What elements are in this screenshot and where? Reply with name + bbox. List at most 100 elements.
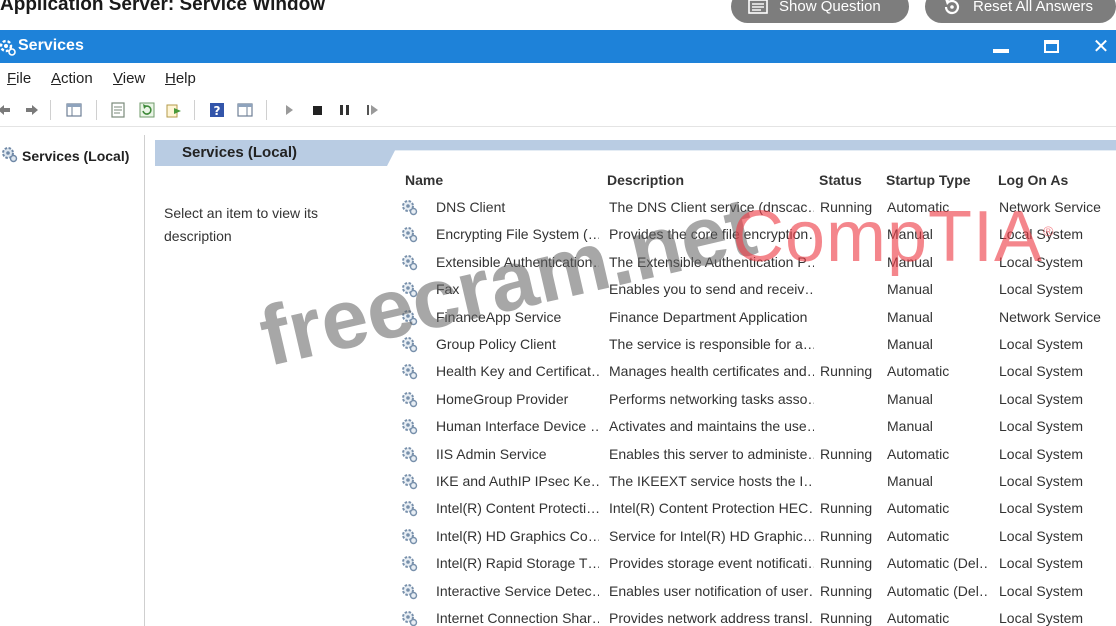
help-icon[interactable]: ? [209,102,225,118]
maximize-button[interactable] [1040,36,1062,56]
service-row[interactable]: DNS Client The DNS Client service (dnscac… [395,194,1116,221]
export-list-icon[interactable] [166,102,182,118]
properties-icon[interactable] [110,102,126,118]
tree-item-services-local[interactable]: Services (Local) [0,145,129,166]
service-row[interactable]: Encrypting File System (… Provides the co… [395,221,1116,248]
toolbar-separator [50,100,51,120]
minimize-button[interactable] [990,36,1012,56]
service-name: Intel(R) HD Graphics Co… [436,527,599,544]
service-row[interactable]: Interactive Service Detec… Enables user n… [395,578,1116,605]
console-tree-icon[interactable] [66,102,82,118]
menu-file[interactable]: File [7,70,31,87]
service-log-on-as: Local System [999,582,1084,599]
service-row[interactable]: Extensible Authentication… The Extensible… [395,249,1116,276]
service-description: Finance Department Application [609,308,808,325]
service-description: The DNS Client service (dnscac… [609,199,814,215]
services-list: Name Description Status Startup Type Log… [395,168,1116,626]
service-name: FinanceApp Service [436,308,562,325]
refresh-icon[interactable] [139,102,155,118]
pause-service-icon[interactable] [336,102,352,118]
service-status: Running [820,445,873,462]
service-log-on-as: Network Service [999,199,1101,215]
service-row[interactable]: Intel(R) Content Protecti… Intel(R) Conte… [395,495,1116,522]
service-gear-icon [400,417,418,435]
column-header-log-on-as[interactable]: Log On As [998,172,1068,188]
service-log-on-as: Local System [999,527,1084,544]
service-startup-type: Manual [887,336,933,352]
service-name: IIS Admin Service [436,445,547,462]
top-strip: Application Server: Service Window Show … [0,0,1116,30]
menu-view-label: iew [122,70,146,87]
service-name: Extensible Authentication… [436,253,599,270]
restart-service-icon[interactable] [364,102,380,118]
service-row[interactable]: Group Policy Client The service is respon… [395,331,1116,358]
show-hide-action-pane-icon[interactable] [237,102,253,118]
service-row[interactable]: Intel(R) Rapid Storage T… Provides storag… [395,550,1116,577]
service-row[interactable]: Fax Enables you to send and receiv… Manual… [395,276,1116,303]
back-arrow-icon[interactable] [0,102,12,118]
service-log-on-as: Local System [999,555,1084,572]
maximize-icon [1043,39,1059,53]
service-row[interactable]: Intel(R) HD Graphics Co… Service for Inte… [395,523,1116,550]
toolbar-separator [194,100,195,120]
service-gear-icon [400,554,418,572]
service-description: Provides storage event notificati… [609,555,814,572]
window-titlebar: Services ✕ [0,30,1116,63]
reset-icon [941,0,963,15]
menu-action-access-key: A [51,70,62,87]
start-service-icon[interactable] [281,102,297,118]
service-gear-icon [400,499,418,517]
service-log-on-as: Local System [999,226,1084,243]
service-startup-type: Manual [887,390,933,407]
reset-all-answers-button[interactable]: Reset All Answers [925,0,1116,23]
service-name: HomeGroup Provider [436,390,569,407]
menu-action[interactable]: Action [51,70,93,87]
service-log-on-as: Local System [999,390,1084,407]
service-log-on-as: Local System [999,281,1084,298]
show-question-button[interactable]: Show Question [731,0,909,23]
service-name: Encrypting File System (… [436,226,599,243]
service-gear-icon [400,225,418,243]
pane-title: Services (Local) [182,144,298,161]
service-description: Performs networking tasks asso… [609,390,814,407]
service-startup-type: Automatic [887,610,950,626]
service-description: Service for Intel(R) HD Graphic… [609,527,814,544]
service-gear-icon [400,582,418,600]
column-header-status[interactable]: Status [819,172,862,188]
service-description: Intel(R) Content Protection HEC… [609,500,814,517]
service-startup-type: Automatic (Del… [887,555,987,572]
service-row[interactable]: Human Interface Device … Activates and ma… [395,413,1116,440]
menu-view[interactable]: View [113,70,145,87]
service-gear-icon [400,390,418,408]
service-log-on-as: Local System [999,610,1084,626]
menu-help[interactable]: Help [165,70,196,87]
service-status: Running [820,199,873,215]
column-header-name[interactable]: Name [405,172,443,188]
column-header-description[interactable]: Description [607,172,684,188]
column-header-startup-type[interactable]: Startup Type [886,172,971,188]
service-row[interactable]: HomeGroup Provider Performs networking ta… [395,386,1116,413]
service-description: Manages health certificates and… [609,363,814,380]
show-question-label: Show Question [779,0,881,15]
service-log-on-as: Local System [999,500,1084,517]
service-row[interactable]: Health Key and Certificat… Manages health… [395,358,1116,385]
service-row[interactable]: Internet Connection Shar… Provides networ… [395,605,1116,626]
service-log-on-as: Local System [999,253,1084,270]
service-name: IKE and AuthIP IPsec Ke… [436,473,599,489]
document-icon [747,0,769,15]
service-row[interactable]: IKE and AuthIP IPsec Ke… The IKEEXT servi… [395,468,1116,495]
services-gear-icon [0,145,18,166]
toolbar: ? [0,93,1116,127]
service-row[interactable]: IIS Admin Service Enables this server to … [395,441,1116,468]
service-log-on-as: Network Service [999,308,1101,325]
close-button[interactable]: ✕ [1090,36,1112,58]
service-description: Provides the core file encryption… [609,226,814,243]
service-startup-type: Manual [887,226,933,243]
service-name: Fax [436,281,460,298]
forward-arrow-icon[interactable] [24,102,40,118]
service-gear-icon [400,527,418,545]
service-startup-type: Automatic (Del… [887,582,987,599]
stop-service-icon[interactable] [309,102,325,118]
service-gear-icon [400,308,418,326]
service-row[interactable]: FinanceApp Service Finance Department App… [395,304,1116,331]
